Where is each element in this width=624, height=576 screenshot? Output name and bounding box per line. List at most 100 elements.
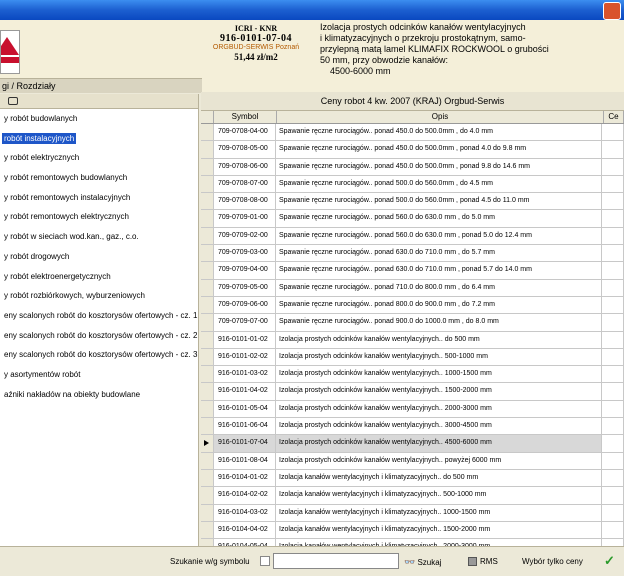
cell-price: [602, 504, 624, 521]
tree-item-label: y robót remontowych elektrycznych: [4, 212, 129, 222]
row-indicator: [201, 193, 214, 210]
table-row[interactable]: 916-0101-01-02 Izolacja prostych odcinków…: [201, 331, 624, 349]
table-row[interactable]: 916-0104-03-02 Izolacja kanałów wentylacy…: [201, 504, 624, 522]
row-indicator: [201, 331, 214, 348]
row-indicator: [201, 314, 214, 331]
table-row[interactable]: 916-0101-08-04 Izolacja prostych odcinków…: [201, 452, 624, 470]
search-by-symbol-checkbox[interactable]: [260, 556, 270, 566]
cell-symbol: 709-0709-04-00: [214, 262, 276, 279]
cell-symbol: 916-0104-01-02: [214, 469, 276, 487]
table-row[interactable]: 709-0708-08-00 Spawanie ręczne rurociągów…: [201, 193, 624, 211]
only-prices-button[interactable]: Wybór tylko ceny: [522, 557, 583, 566]
position-symbol: 916-0101-07-04: [220, 33, 292, 44]
table-row[interactable]: 709-0709-07-00 Spawanie ręczne rurociągów…: [201, 314, 624, 332]
description-line: i klimatyzacyjnych o przekroju prostokąt…: [320, 33, 526, 43]
tree-item[interactable]: aźniki nakładów na obiekty budowlane: [0, 385, 198, 405]
tree-item[interactable]: eny scalonych robót do kosztorysów ofert…: [0, 345, 198, 365]
cell-symbol: 916-0101-02-02: [214, 348, 276, 366]
breadcrumb: gi / Rozdziały: [0, 78, 202, 93]
tree-item[interactable]: y robót remontowych elektrycznych: [0, 207, 198, 227]
row-indicator: [201, 124, 214, 141]
tree-item[interactable]: y robót drogowych: [0, 247, 198, 267]
search-button[interactable]: 👓 Szukaj: [404, 557, 441, 568]
row-indicator: [201, 521, 214, 539]
column-header-symbol[interactable]: Symbol: [214, 111, 277, 123]
prices-panel: Ceny robot 4 kw. 2007 (KRAJ) Orgbud-Serw…: [201, 92, 624, 557]
table-row[interactable]: 709-0709-04-00 Spawanie ręczne rurociągów…: [201, 262, 624, 280]
cell-symbol: 916-0101-05-04: [214, 400, 276, 418]
table-header: Symbol Opis Ce: [201, 111, 624, 124]
tree-item[interactable]: y robót elektrycznych: [0, 148, 198, 168]
checkmark-icon[interactable]: ✓: [604, 553, 615, 569]
table-row[interactable]: 916-0104-02-02 Izolacja kanałów wentylacy…: [201, 487, 624, 505]
tree-item[interactable]: y robót remontowych budowlanych: [0, 168, 198, 188]
cell-description: Spawanie ręczne rurociągów.. ponad 900.0…: [276, 314, 602, 331]
cell-price: [602, 141, 624, 158]
cell-symbol: 916-0101-03-02: [214, 366, 276, 383]
row-indicator: [201, 418, 214, 435]
tree-item[interactable]: y robót rozbiórkowych, wyburzeniowych: [0, 286, 198, 306]
table-row[interactable]: 916-0101-06-04 Izolacja prostych odcinków…: [201, 418, 624, 436]
description-line: 50 mm, przy obwodzie kanałów:: [320, 55, 449, 65]
cell-symbol: 709-0709-06-00: [214, 296, 276, 314]
row-indicator: [201, 487, 214, 504]
search-input[interactable]: [273, 553, 399, 569]
cell-price: [602, 521, 624, 539]
table-row[interactable]: 709-0708-05-00 Spawanie ręczne rurociągów…: [201, 141, 624, 159]
table-row[interactable]: 709-0709-05-00 Spawanie ręczne rurociągów…: [201, 279, 624, 297]
column-header-description[interactable]: Opis: [277, 111, 604, 123]
table-row[interactable]: 709-0708-06-00 Spawanie ręczne rurociągów…: [201, 158, 624, 176]
cell-description: Spawanie ręczne rurociągów.. ponad 500.0…: [276, 175, 602, 193]
close-window-button[interactable]: [603, 2, 621, 20]
folder-icon[interactable]: [8, 97, 18, 105]
tree-item-label: y robót drogowych: [4, 251, 70, 261]
table-row[interactable]: 709-0709-01-00 Spawanie ręczne rurociągów…: [201, 210, 624, 228]
tree-item[interactable]: eny scalonych robót do kosztorysów ofert…: [0, 326, 198, 346]
tree-item[interactable]: eny scalonych robót do kosztorysów ofert…: [0, 306, 198, 326]
cell-description: Izolacja kanałów wentylacyjnych i klimat…: [276, 487, 602, 504]
tree-item[interactable]: robót instalacyjnych: [0, 129, 198, 149]
catalog-code: ICRI - KNR: [234, 24, 278, 33]
cell-symbol: 916-0101-07-04: [214, 435, 276, 452]
table-row[interactable]: 916-0101-03-02 Izolacja prostych odcinków…: [201, 366, 624, 384]
position-summary: ICRI - KNR 916-0101-07-04 ORGBUD-SERWIS …: [196, 24, 316, 62]
cell-price: [602, 175, 624, 193]
cell-price: [602, 418, 624, 435]
tree-item-label: y robót elektroenergetycznych: [4, 271, 111, 281]
tree-item[interactable]: y robót w sieciach wod.kan., gaz., c.o.: [0, 227, 198, 247]
unit-price: 51,44 zł/m2: [234, 52, 278, 62]
table-row[interactable]: 916-0101-05-04 Izolacja prostych odcinków…: [201, 400, 624, 419]
rms-icon: [468, 557, 477, 567]
rms-button[interactable]: RMS: [468, 557, 498, 567]
cell-symbol: 916-0104-02-02: [214, 487, 276, 504]
table-row[interactable]: 709-0709-06-00 Spawanie ręczne rurociągów…: [201, 296, 624, 315]
table-row[interactable]: 709-0708-07-00 Spawanie ręczne rurociągów…: [201, 175, 624, 194]
cell-symbol: 709-0709-02-00: [214, 227, 276, 245]
table-row[interactable]: 916-0104-01-02 Izolacja kanałów wentylacy…: [201, 469, 624, 488]
tree-item-label: y robót remontowych budowlanych: [4, 173, 128, 183]
cell-symbol: 916-0101-08-04: [214, 452, 276, 469]
row-indicator-header: [201, 111, 214, 123]
table-row[interactable]: 916-0101-04-02 Izolacja prostych odcinków…: [201, 383, 624, 401]
table-row[interactable]: 709-0709-03-00 Spawanie ręczne rurociągów…: [201, 245, 624, 263]
publisher-logo: [0, 30, 20, 74]
table-row[interactable]: 709-0709-02-00 Spawanie ręczne rurociągów…: [201, 227, 624, 246]
table-row[interactable]: 709-0708-04-00 Spawanie ręczne rurociągów…: [201, 124, 624, 142]
cell-price: [602, 452, 624, 469]
tree-item[interactable]: y robót elektroenergetycznych: [0, 267, 198, 287]
row-indicator: [201, 262, 214, 279]
tree-item[interactable]: y robót remontowych instalacyjnych: [0, 188, 198, 208]
tree-item-label: y robót elektrycznych: [4, 153, 80, 163]
cell-symbol: 709-0708-05-00: [214, 141, 276, 158]
search-bar: Szukanie w/g symbolu 👓 Szukaj RMS Wybór …: [0, 546, 624, 576]
column-header-price[interactable]: Ce: [604, 111, 624, 123]
cell-price: [602, 193, 624, 210]
table-row[interactable]: 916-0104-04-02 Izolacja kanałów wentylacy…: [201, 521, 624, 540]
tree-item[interactable]: y robót budowlanych: [0, 109, 198, 129]
row-indicator: [201, 296, 214, 314]
row-indicator: [201, 158, 214, 175]
tree-item[interactable]: y asortymentów robót: [0, 365, 198, 385]
table-row[interactable]: 916-0101-02-02 Izolacja prostych odcinków…: [201, 348, 624, 367]
cell-price: [602, 279, 624, 296]
table-row[interactable]: 916-0101-07-04 Izolacja prostych odcinków…: [201, 435, 624, 453]
